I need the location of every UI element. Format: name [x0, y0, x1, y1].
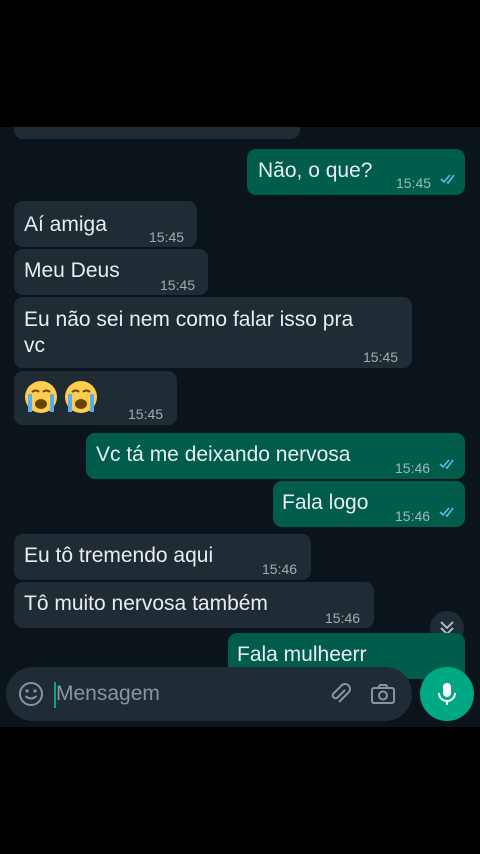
- message-bubble-outgoing[interactable]: Fala logo 15:46: [273, 481, 465, 527]
- message-text-line-1: Eu não sei nem como falar isso pra: [24, 308, 354, 331]
- message-time: 15:46: [325, 610, 361, 626]
- message-composer[interactable]: Mensagem: [6, 667, 412, 721]
- message-bubble-incoming[interactable]: Meu Deus 15:45: [14, 249, 208, 295]
- message-text: Fala mulheerr: [237, 643, 367, 666]
- message-text: Tô muito nervosa também: [24, 592, 268, 615]
- message-text: Aí amiga: [24, 213, 107, 236]
- message-bubble-partial[interactable]: [14, 127, 300, 139]
- mic-icon: [438, 683, 456, 705]
- message-text: Vc tá me deixando nervosa: [96, 443, 351, 466]
- loudly-crying-face-icon: [65, 381, 97, 413]
- message-time: 15:45: [396, 175, 432, 191]
- read-ticks-icon: [439, 459, 454, 470]
- message-time: 15:46: [395, 508, 431, 524]
- message-time: 15:46: [262, 561, 298, 577]
- read-ticks-icon: [440, 174, 455, 185]
- message-text: Não, o que?: [258, 159, 373, 182]
- message-bubble-incoming[interactable]: Eu não sei nem como falar isso pra vc 15…: [14, 297, 412, 368]
- message-bubble-incoming[interactable]: Aí amiga 15:45: [14, 201, 197, 247]
- message-bubble-incoming[interactable]: Eu tô tremendo aqui 15:46: [14, 534, 311, 580]
- message-text: Fala logo: [282, 491, 369, 514]
- message-text-line-2: vc: [24, 334, 45, 357]
- chat-screen: Não, o que? 15:45 Aí amiga 15:45 Meu Deu…: [0, 127, 480, 727]
- message-time: 15:45: [149, 229, 185, 245]
- emoji-icon[interactable]: [18, 681, 44, 707]
- message-bubble-outgoing[interactable]: Vc tá me deixando nervosa 15:46: [86, 433, 465, 479]
- mic-button[interactable]: [420, 667, 474, 721]
- read-ticks-icon: [439, 507, 454, 518]
- paperclip-icon[interactable]: [327, 681, 353, 707]
- message-bubble-outgoing[interactable]: Não, o que? 15:45: [247, 149, 465, 195]
- message-time: 15:45: [128, 406, 164, 422]
- loudly-crying-face-icon: [25, 381, 57, 413]
- message-input[interactable]: Mensagem: [56, 682, 160, 706]
- message-time: 15:45: [160, 277, 196, 293]
- message-time: 15:46: [395, 460, 431, 476]
- message-text: Eu tô tremendo aqui: [24, 544, 214, 567]
- camera-icon[interactable]: [370, 681, 396, 707]
- message-bubble-incoming[interactable]: Tô muito nervosa também 15:46: [14, 582, 374, 628]
- message-bubble-incoming[interactable]: 15:45: [14, 371, 177, 425]
- message-text: Meu Deus: [24, 259, 120, 282]
- message-time: 15:45: [363, 349, 399, 365]
